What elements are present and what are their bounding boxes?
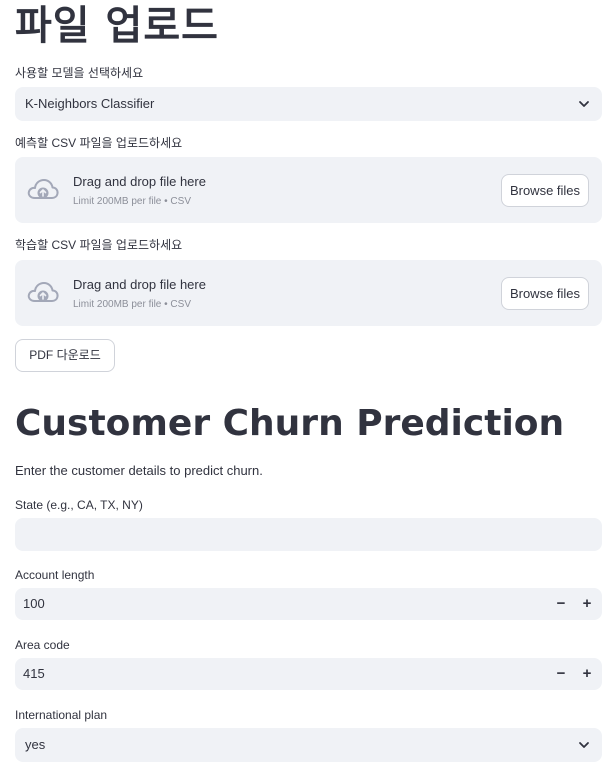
- train-browse-button[interactable]: Browse files: [501, 277, 589, 310]
- prediction-title: Customer Churn Prediction: [15, 403, 565, 444]
- predict-browse-button[interactable]: Browse files: [501, 174, 589, 207]
- model-select-value: K-Neighbors Classifier: [25, 96, 155, 111]
- predict-csv-dropzone[interactable]: Drag and drop file here Limit 200MB per …: [15, 157, 602, 223]
- account-length-label: Account length: [15, 568, 95, 582]
- upload-title: 파일 업로드: [15, 3, 219, 49]
- area-code-input[interactable]: 415 − +: [15, 658, 602, 690]
- prediction-description: Enter the customer details to predict ch…: [15, 463, 263, 478]
- area-code-label: Area code: [15, 638, 70, 652]
- state-label: State (e.g., CA, TX, NY): [15, 498, 143, 512]
- area-code-decrement-button[interactable]: −: [548, 658, 574, 690]
- predict-csv-label: 예측할 CSV 파일을 업로드하세요: [15, 136, 183, 150]
- cloud-upload-icon: [27, 282, 59, 302]
- account-length-value: 100: [23, 596, 45, 611]
- chevron-down-icon: [579, 742, 589, 748]
- chevron-down-icon: [579, 101, 589, 107]
- account-length-input[interactable]: 100 − +: [15, 588, 602, 620]
- train-csv-label: 학습할 CSV 파일을 업로드하세요: [15, 238, 183, 252]
- account-length-increment-button[interactable]: +: [574, 588, 600, 620]
- state-input[interactable]: [15, 518, 602, 551]
- app-page: 파일 업로드 사용할 모델을 선택하세요 K-Neighbors Classif…: [0, 0, 607, 765]
- area-code-value: 415: [23, 666, 45, 681]
- pdf-download-button[interactable]: PDF 다운로드: [15, 339, 115, 372]
- international-plan-label: International plan: [15, 708, 108, 722]
- international-plan-value: yes: [25, 737, 46, 752]
- predict-drag-text: Drag and drop file here: [73, 174, 206, 189]
- cloud-upload-icon: [27, 179, 59, 199]
- predict-limit-text: Limit 200MB per file • CSV: [73, 196, 191, 207]
- train-drag-text: Drag and drop file here: [73, 277, 206, 292]
- model-select-label: 사용할 모델을 선택하세요: [15, 66, 144, 80]
- account-length-decrement-button[interactable]: −: [548, 588, 574, 620]
- train-limit-text: Limit 200MB per file • CSV: [73, 299, 191, 310]
- train-csv-dropzone[interactable]: Drag and drop file here Limit 200MB per …: [15, 260, 602, 326]
- model-select[interactable]: K-Neighbors Classifier: [15, 87, 602, 121]
- international-plan-select[interactable]: yes: [15, 728, 602, 762]
- area-code-increment-button[interactable]: +: [574, 658, 600, 690]
